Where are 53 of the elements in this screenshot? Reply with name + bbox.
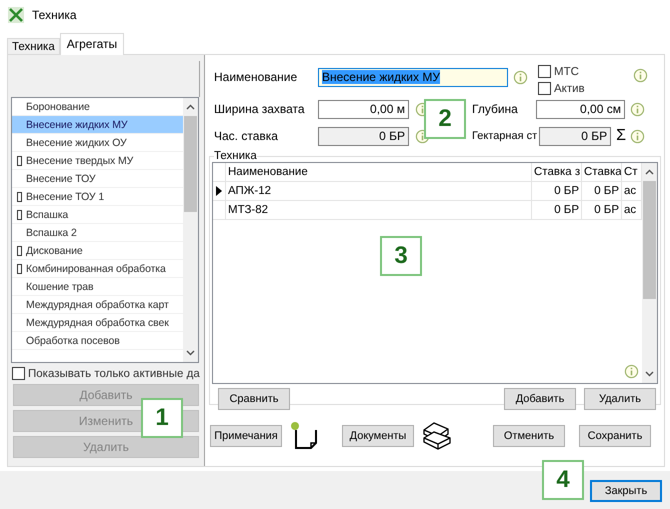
- table-cell: 0 БР: [532, 201, 582, 219]
- callout-tooltip: 2: [424, 99, 466, 139]
- save-button[interactable]: Сохранить: [579, 425, 651, 447]
- checkbox[interactable]: [12, 367, 25, 380]
- notes-button[interactable]: Примечания: [210, 425, 282, 447]
- callout-tooltip: 1: [141, 398, 183, 438]
- scrollbar[interactable]: [642, 163, 657, 383]
- column-header[interactable]: Наименование: [226, 163, 532, 181]
- table-cell: МТЗ-82: [226, 201, 532, 219]
- compare-button[interactable]: Сравнить: [218, 388, 290, 410]
- cancel-button[interactable]: Отменить: [493, 425, 565, 447]
- field-label: Гектарная ст: [472, 130, 538, 142]
- tab[interactable]: Агрегаты: [60, 33, 124, 55]
- table-cell: АПЖ-12: [226, 182, 532, 200]
- scroll-down-icon[interactable]: [186, 350, 195, 356]
- documents-button[interactable]: Документы: [342, 425, 414, 447]
- input-field[interactable]: 0,00 см: [536, 100, 625, 118]
- list-item[interactable]: Внесение жидких МУ: [12, 116, 183, 134]
- table-cell: 0 БР: [582, 201, 622, 219]
- field-label: Глубина: [472, 102, 519, 116]
- delete-button[interactable]: Удалить: [584, 388, 656, 410]
- window-title: Техника: [32, 8, 77, 22]
- field-label: Час. ставка: [214, 129, 279, 143]
- checkbox-label: Актив: [554, 82, 585, 94]
- callout-tooltip: 3: [380, 236, 422, 276]
- sum-symbol[interactable]: Σ: [616, 127, 626, 145]
- scroll-up-icon[interactable]: [186, 104, 195, 110]
- callout-tooltip: 4: [542, 460, 584, 500]
- close-button[interactable]: Закрыть: [590, 480, 662, 502]
- checkbox[interactable]: [538, 82, 551, 95]
- add-button[interactable]: Добавить: [504, 388, 576, 410]
- books-icon[interactable]: [422, 421, 452, 451]
- scroll-up-icon[interactable]: [645, 169, 654, 175]
- readonly-field: 0 БР: [539, 126, 612, 146]
- tab[interactable]: Техника: [7, 38, 60, 54]
- scrollbar[interactable]: [183, 98, 198, 362]
- readonly-field: 0 БР: [318, 126, 409, 146]
- note-icon[interactable]: [290, 421, 318, 451]
- column-header[interactable]: Ст: [622, 163, 642, 181]
- name-field[interactable]: Внесение жидких МУ: [318, 68, 508, 86]
- row-indicator[interactable]: [213, 182, 226, 200]
- field-label: Наименование: [214, 70, 298, 84]
- checkbox-label: Показывать только активные да: [28, 368, 200, 380]
- group-title: Техника: [214, 150, 257, 162]
- input-field[interactable]: 0,00 м: [318, 100, 409, 118]
- checkbox-label: МТС: [554, 66, 579, 78]
- app-logo-icon: [8, 7, 24, 23]
- checkbox[interactable]: [538, 65, 551, 78]
- field-label: Ширина захвата: [214, 102, 306, 116]
- table-cell: 0 БР: [532, 182, 582, 200]
- table-cell: 0 БР: [582, 182, 622, 200]
- scroll-down-icon[interactable]: [645, 371, 654, 377]
- column-header[interactable]: Ставка з: [532, 163, 582, 181]
